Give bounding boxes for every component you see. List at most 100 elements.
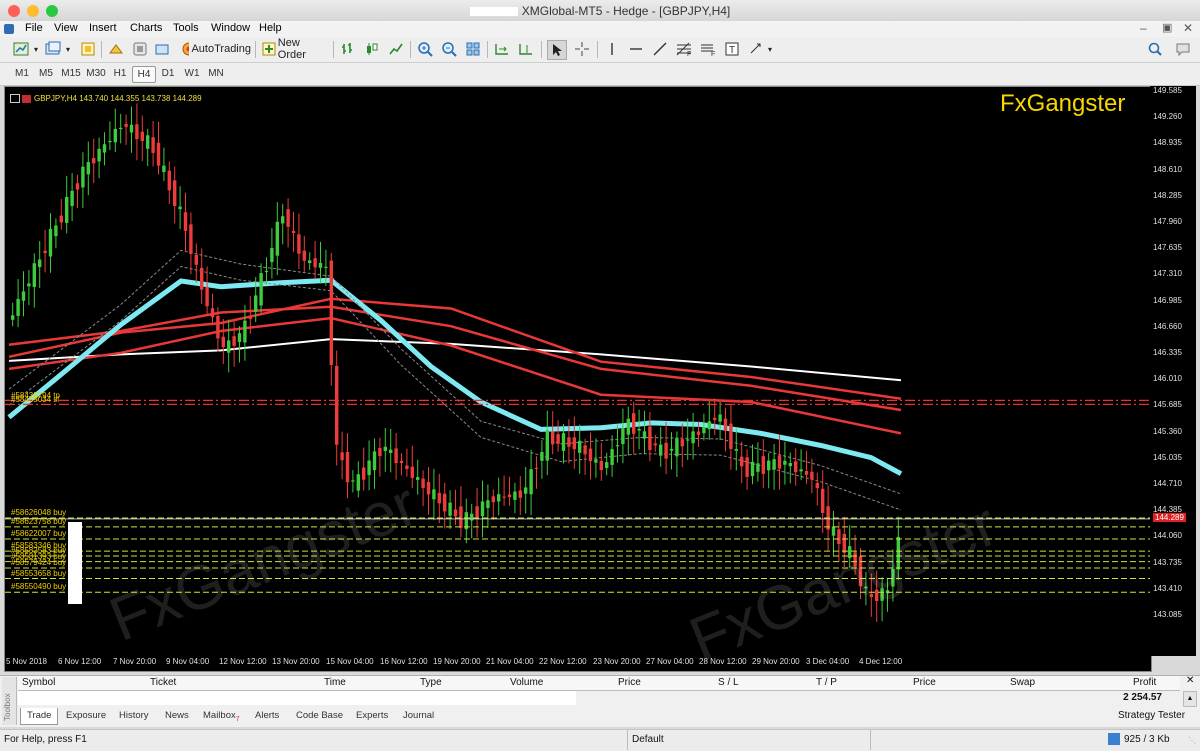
resize-grip-icon[interactable]: ⋱ (1188, 736, 1196, 745)
tab-code-base[interactable]: Code Base (290, 708, 349, 724)
arrows-icon[interactable] (747, 40, 765, 58)
menu-file[interactable]: File (25, 22, 43, 34)
col-symbol[interactable]: Symbol (22, 677, 55, 688)
tab-history[interactable]: History (113, 708, 155, 724)
price-axis-label: 147.960 (1153, 217, 1182, 226)
new-chart-icon[interactable] (12, 40, 30, 58)
chart-shift-icon[interactable] (493, 40, 511, 58)
menu-tools[interactable]: Tools (173, 22, 199, 34)
menu-bar: File View Insert Charts Tools Window Hel… (0, 21, 1200, 38)
new-order-button[interactable]: New Order (261, 37, 327, 61)
tab-news[interactable]: News (159, 708, 195, 724)
menu-view[interactable]: View (54, 22, 78, 34)
toolbox-icon[interactable] (153, 40, 171, 58)
menu-help[interactable]: Help (259, 22, 282, 34)
search-icon[interactable] (1146, 40, 1164, 58)
timeframe-d1[interactable]: D1 (157, 66, 179, 81)
candlestick-chart-icon[interactable] (363, 40, 381, 58)
window-minimize-icon[interactable]: – (1140, 21, 1147, 35)
tab-trade[interactable]: Trade (20, 708, 59, 725)
autotrading-button[interactable]: AutoTrading (181, 40, 251, 58)
timeframe-m1[interactable]: M1 (11, 66, 33, 81)
price-axis-label: 146.335 (1153, 348, 1182, 357)
zoom-out-icon[interactable] (440, 40, 458, 58)
tab-journal[interactable]: Journal (397, 708, 440, 724)
timeframe-m30[interactable]: M30 (84, 66, 108, 81)
chat-icon[interactable] (1174, 40, 1192, 58)
horizontal-line-icon[interactable] (627, 40, 645, 58)
order-label[interactable]: #58622007 buy (11, 529, 66, 538)
window-close-icon[interactable]: ✕ (1183, 21, 1193, 35)
ma-red-line (8, 305, 902, 412)
order-label[interactable]: #58579424 buy (11, 558, 66, 567)
order-label[interactable]: #58550490 buy (11, 582, 66, 591)
col-swap[interactable]: Swap (1010, 677, 1035, 688)
trendline-icon[interactable] (651, 40, 669, 58)
col-ticket[interactable]: Ticket (150, 677, 176, 688)
timeframe-w1[interactable]: W1 (181, 66, 203, 81)
price-axis-label: 146.660 (1153, 321, 1182, 331)
menu-insert[interactable]: Insert (89, 22, 117, 34)
chevron-down-icon[interactable]: ▾ (34, 40, 38, 58)
toolbox-close-icon[interactable]: ✕ (1186, 676, 1196, 686)
vertical-line-icon[interactable] (603, 40, 621, 58)
order-label[interactable]: #58626048 buy (11, 508, 66, 517)
tab-exposure[interactable]: Exposure (60, 708, 112, 724)
line-chart-icon[interactable] (387, 40, 405, 58)
templates-icon[interactable] (79, 40, 97, 58)
candle-body (65, 196, 69, 223)
cursor-icon[interactable] (547, 40, 567, 60)
candle-body (167, 170, 171, 191)
bar-chart-icon[interactable] (339, 40, 357, 58)
tab-alerts[interactable]: Alerts (249, 708, 285, 724)
col-current-price[interactable]: Price (913, 677, 936, 688)
toolbox-side-tab[interactable]: Toolbox (2, 677, 17, 725)
status-profile[interactable]: Default (632, 734, 664, 745)
stoploss-label[interactable]: #58438794 tp (11, 391, 60, 400)
col-profit[interactable]: Profit (1133, 677, 1156, 688)
candle-body (804, 470, 809, 475)
channel-icon[interactable]: F (699, 40, 717, 58)
candle-body (140, 131, 144, 142)
tab-experts[interactable]: Experts (350, 708, 394, 724)
timeframe-h1[interactable]: H1 (109, 66, 131, 81)
strategy-tester-button[interactable]: Strategy Tester (1118, 710, 1185, 721)
chevron-down-icon[interactable]: ▾ (768, 40, 772, 58)
candle-body (335, 365, 339, 445)
col-price[interactable]: Price (618, 677, 641, 688)
col-type[interactable]: Type (420, 677, 442, 688)
menu-charts[interactable]: Charts (130, 22, 162, 34)
navigator-icon[interactable] (131, 40, 149, 58)
col-tp[interactable]: T / P (816, 677, 837, 688)
timeframe-m15[interactable]: M15 (59, 66, 83, 81)
candle-body (173, 180, 177, 207)
timeframe-mn[interactable]: MN (205, 66, 227, 81)
profiles-icon[interactable] (44, 40, 62, 58)
chart-area[interactable] (4, 86, 1152, 672)
menu-window[interactable]: Window (211, 22, 250, 34)
chart-menu-icon[interactable] (10, 94, 20, 104)
col-sl[interactable]: S / L (718, 677, 739, 688)
zoom-in-icon[interactable] (416, 40, 434, 58)
price-chart[interactable] (5, 87, 1151, 671)
order-label[interactable]: #58553658 buy (11, 569, 66, 578)
fibonacci-icon[interactable]: F (675, 40, 693, 58)
candle-body (777, 455, 782, 469)
market-watch-icon[interactable] (107, 40, 125, 58)
scroll-up-icon[interactable]: ▲ (1183, 691, 1197, 707)
window-restore-icon[interactable]: ▣ (1162, 21, 1172, 34)
timeframe-m5[interactable]: M5 (35, 66, 57, 81)
app-menu-icon[interactable] (4, 24, 14, 34)
autoscroll-icon[interactable] (517, 40, 535, 58)
crosshair-icon[interactable] (573, 40, 591, 58)
tab-mailbox[interactable]: Mailbox7 (197, 708, 246, 724)
candle-body (572, 437, 576, 450)
col-volume[interactable]: Volume (510, 677, 543, 688)
candle-body (653, 443, 657, 446)
text-tool-icon[interactable]: T (723, 40, 741, 58)
chevron-down-icon[interactable]: ▾ (66, 40, 70, 58)
timeframe-h4[interactable]: H4 (132, 66, 156, 83)
order-label[interactable]: #58623758 buy (11, 517, 66, 526)
tile-windows-icon[interactable] (464, 40, 482, 58)
col-time[interactable]: Time (324, 677, 346, 688)
